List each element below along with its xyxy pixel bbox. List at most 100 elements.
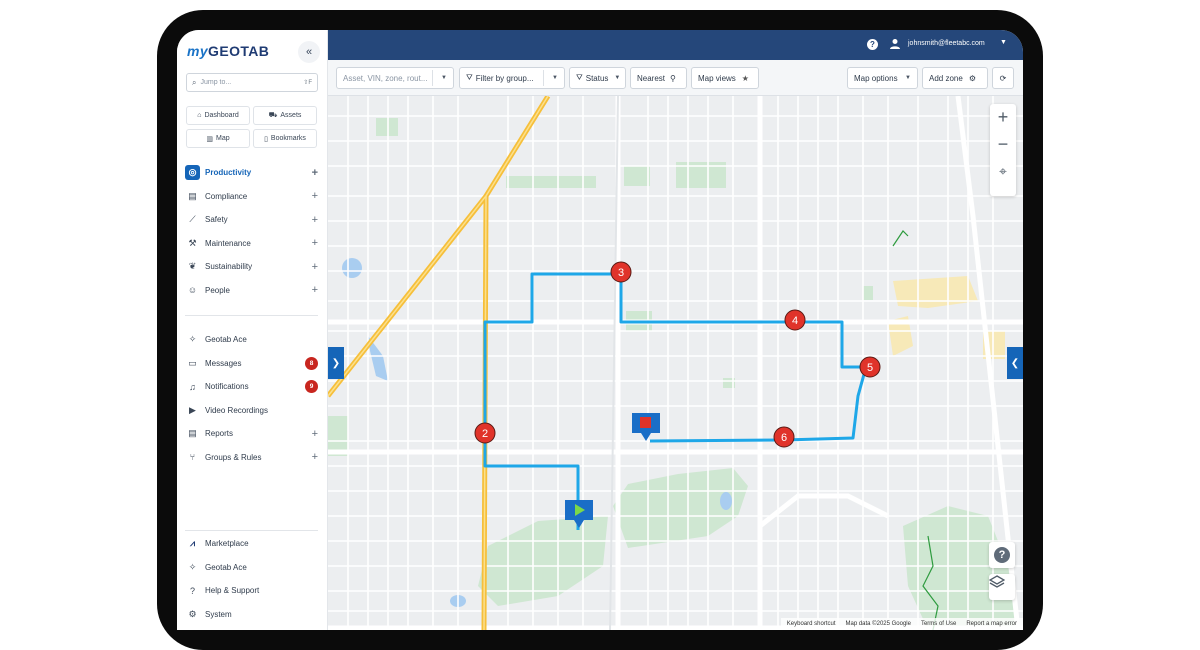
my-location-button[interactable]: ⌖	[990, 158, 1016, 185]
divider	[185, 315, 318, 316]
sidebar-item-compliance[interactable]: ▤ Compliance +	[177, 185, 328, 209]
user-email[interactable]: johnsmith@fleetabc.com	[908, 40, 985, 47]
sidebar-item-reports[interactable]: ▤ Reports +	[177, 422, 328, 446]
map-attribution: Keyboard shortcut Map data ©2025 Google …	[780, 618, 1023, 630]
add-zone-button[interactable]: Add zone ⚙	[922, 67, 988, 89]
map-views-button[interactable]: Map views ★	[691, 67, 759, 89]
chevron-down-icon[interactable]: ▼	[546, 75, 558, 81]
leaf-icon: ❦	[188, 261, 197, 272]
stop-marker-5[interactable]: 5	[859, 356, 881, 378]
wrench-icon: ⚒	[188, 237, 197, 248]
bookmark-icon: ▯	[264, 135, 268, 143]
sidebar-item-video-recordings[interactable]: ▶ Video Recordings	[177, 399, 328, 423]
help-icon: ?	[189, 585, 195, 596]
refresh-button[interactable]: ⟳	[992, 67, 1014, 89]
secondary-nav: ✧ Geotab Ace ▭ Messages 8 ♫ Notification…	[177, 328, 328, 469]
quick-link-label: Map	[216, 135, 230, 142]
report-icon: ▤	[188, 428, 197, 439]
expand-right-panel-button[interactable]: ❮	[1007, 347, 1023, 379]
expand-icon[interactable]: +	[312, 284, 318, 296]
stop-marker-4[interactable]: 4	[784, 309, 806, 331]
people-icon: ☺	[187, 285, 198, 296]
sidebar-item-label: Video Recordings	[205, 405, 269, 415]
lake	[720, 492, 732, 510]
nearest-button[interactable]: Nearest ⚲	[630, 67, 687, 89]
sidebar-item-label: Notifications	[205, 382, 249, 392]
chevron-down-icon[interactable]: ▼	[435, 75, 447, 81]
map-views-label: Map views	[698, 73, 736, 83]
keyboard-shortcut-link[interactable]: Keyboard shortcut	[787, 621, 836, 627]
lake	[342, 258, 362, 278]
expand-icon[interactable]: +	[312, 190, 318, 202]
sidebar-item-label: Geotab Ace	[205, 562, 247, 572]
mygeotab-logo[interactable]: myGEOTAB	[187, 43, 269, 59]
nearest-label: Nearest	[637, 73, 666, 83]
quick-link-dashboard[interactable]: ⌂ Dashboard	[186, 106, 250, 125]
quick-link-assets[interactable]: ⛟ Assets	[253, 106, 317, 125]
stop-markers: 2 3 4 5 6	[474, 261, 881, 448]
map-help-button[interactable]: ?	[989, 542, 1015, 568]
sidebar-item-maintenance[interactable]: ⚒ Maintenance +	[177, 232, 328, 256]
zoom-in-button[interactable]: +	[990, 104, 1016, 131]
sidebar-item-geotab-ace[interactable]: ✧ Geotab Ace	[177, 328, 328, 352]
chevron-down-icon[interactable]: ▼	[1000, 39, 1007, 46]
park	[376, 118, 398, 136]
sidebar-item-groups-rules[interactable]: ⑂ Groups & Rules +	[177, 446, 328, 470]
sidebar-item-label: Groups & Rules	[205, 452, 262, 462]
map-options-dropdown[interactable]: Map options ▼	[847, 67, 918, 89]
quick-links-row-2: ▥ Map ▯ Bookmarks	[186, 129, 317, 148]
filter-label: Filter by group...	[475, 73, 534, 83]
seatbelt-icon: ⟋	[189, 214, 196, 225]
filter-icon: ⛛	[576, 73, 583, 82]
sidebar-item-notifications[interactable]: ♫ Notifications 9	[177, 375, 328, 399]
filter-by-group-dropdown[interactable]: ⛛ Filter by group... ▼	[459, 67, 565, 89]
quick-link-map[interactable]: ▥ Map	[186, 129, 250, 148]
sidebar-item-label: Safety	[205, 215, 228, 225]
sidebar-item-people[interactable]: ☺ People +	[177, 279, 328, 303]
expand-icon[interactable]: +	[312, 237, 318, 249]
collapse-sidebar-button[interactable]: «	[298, 41, 320, 63]
map-icon: ▥	[206, 135, 213, 143]
expand-icon[interactable]: +	[312, 261, 318, 273]
expand-icon[interactable]: +	[312, 451, 318, 463]
map-data-text: Map data ©2025 Google	[845, 621, 911, 627]
sidebar-item-label: Help & Support	[205, 586, 260, 596]
sidebar-item-messages[interactable]: ▭ Messages 8	[177, 352, 328, 376]
stop-marker-3[interactable]: 3	[610, 261, 632, 283]
zoom-out-button[interactable]: −	[990, 131, 1016, 158]
map-toolbar: Asset, VIN, zone, rout... ▼ ⛛ Filter by …	[328, 60, 1023, 96]
footer-nav: ⩘ Marketplace ✧ Geotab Ace ? Help & Supp…	[177, 532, 328, 626]
sidebar-item-productivity[interactable]: ◎ Productivity +	[177, 161, 328, 185]
stop-number: 2	[482, 428, 488, 440]
park	[478, 516, 608, 606]
sidebar-item-label: Messages	[205, 358, 242, 368]
expand-icon[interactable]: +	[312, 214, 318, 226]
sidebar-item-help-support[interactable]: ? Help & Support	[177, 579, 328, 603]
stop-number: 4	[792, 315, 798, 327]
sidebar-item-system[interactable]: ⚙ System	[177, 603, 328, 627]
map-layers-button[interactable]	[989, 574, 1015, 600]
sidebar-item-safety[interactable]: ⟋ Safety +	[177, 208, 328, 232]
stop-marker-2[interactable]: 2	[474, 422, 496, 444]
expand-icon[interactable]: +	[312, 167, 318, 179]
end-marker[interactable]	[632, 413, 660, 441]
stop-marker-6[interactable]: 6	[773, 426, 795, 448]
expand-left-panel-button[interactable]: ❯	[328, 347, 344, 379]
asset-search-input[interactable]: Asset, VIN, zone, rout... ▼	[336, 67, 454, 89]
report-map-error-link[interactable]: Report a map error	[966, 621, 1017, 627]
expand-icon[interactable]: +	[312, 428, 318, 440]
quick-links-row-1: ⌂ Dashboard ⛟ Assets	[186, 106, 317, 125]
sidebar-item-sustainability[interactable]: ❦ Sustainability +	[177, 255, 328, 279]
sidebar-item-marketplace[interactable]: ⩘ Marketplace	[177, 532, 328, 556]
status-filter[interactable]: ⛛ Status ▼	[569, 67, 626, 89]
help-icon[interactable]: ?	[867, 39, 878, 50]
map-canvas[interactable]: 2 3 4 5 6 + − ⌖ ❯ ❮ ? Keyboard shortcut …	[328, 96, 1023, 630]
star-icon: ★	[741, 73, 749, 83]
sidebar-item-geotab-ace-footer[interactable]: ✧ Geotab Ace	[177, 556, 328, 580]
status-label: Status	[585, 73, 609, 83]
user-icon[interactable]	[889, 38, 901, 50]
commercial-area	[893, 276, 978, 308]
jump-to-search[interactable]: ⌕ Jump to... ⇧F	[186, 73, 318, 92]
terms-of-use-link[interactable]: Terms of Use	[921, 621, 956, 627]
quick-link-bookmarks[interactable]: ▯ Bookmarks	[253, 129, 317, 148]
